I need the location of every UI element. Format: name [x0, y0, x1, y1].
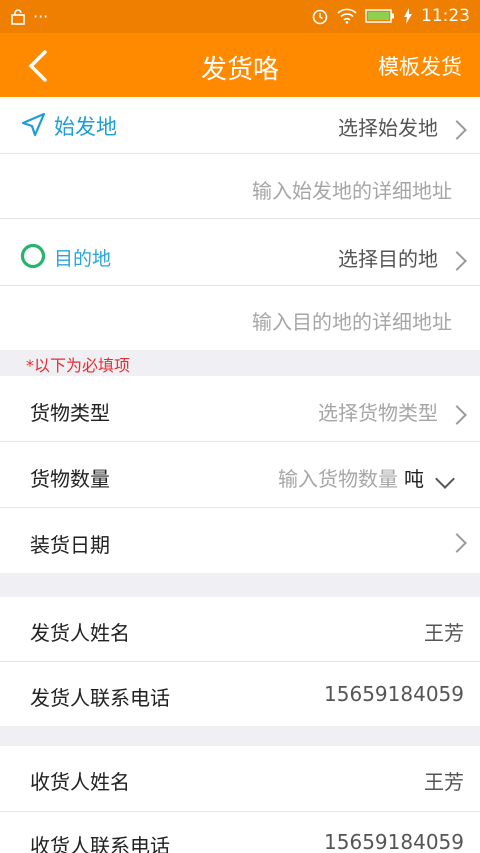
- shipper-name-label: 发货人姓名: [30, 621, 130, 645]
- shipper-phone-label: 发货人联系电话: [30, 686, 170, 710]
- destination-detail-input[interactable]: 输入目的地的详细地址: [0, 286, 480, 350]
- chevron-down-icon: [435, 468, 455, 489]
- receiver-phone-value[interactable]: 15659184059: [324, 830, 464, 853]
- destination-label: 目的地: [54, 248, 112, 270]
- chevron-right-icon: [447, 532, 467, 553]
- location-arrow-icon: [21, 112, 46, 137]
- charging-icon: [404, 8, 412, 24]
- destination-row[interactable]: 目的地 选择目的地: [0, 219, 480, 285]
- origin-select-text: 选择始发地: [338, 116, 438, 140]
- unit-select[interactable]: 吨: [404, 467, 455, 491]
- cargo-quantity-input[interactable]: 输入货物数量: [278, 467, 398, 491]
- cargo-type-label: 货物类型: [30, 401, 110, 425]
- origin-detail-placeholder: 输入始发地的详细地址: [252, 179, 452, 203]
- origin-detail-input[interactable]: 输入始发地的详细地址: [0, 154, 480, 218]
- chevron-right-icon: [447, 404, 467, 425]
- receiver-name-row[interactable]: 收货人姓名 王芳: [0, 746, 480, 811]
- lock-icon: [11, 8, 25, 25]
- wifi-icon: [337, 8, 357, 24]
- destination-select-text: 选择目的地: [338, 247, 438, 271]
- cargo-type-placeholder: 选择货物类型: [318, 401, 438, 425]
- cargo-quantity-label: 货物数量: [30, 467, 110, 491]
- clock: 11:23: [421, 6, 470, 26]
- cargo-quantity-row: 货物数量 输入货物数量吨: [0, 442, 480, 507]
- cargo-type-row[interactable]: 货物类型 选择货物类型: [0, 376, 480, 441]
- receiver-phone-row[interactable]: 收货人联系电话 15659184059: [0, 812, 480, 853]
- receiver-phone-label: 收货人联系电话: [30, 834, 170, 853]
- nav-bar: 发货咯 模板发货: [0, 33, 480, 97]
- shipper-phone-row[interactable]: 发货人联系电话 15659184059: [0, 662, 480, 726]
- receiver-name-label: 收货人姓名: [30, 770, 130, 794]
- loading-date-label: 装货日期: [30, 533, 110, 557]
- notification-dots: ···: [33, 7, 49, 26]
- shipper-phone-value[interactable]: 15659184059: [324, 682, 464, 706]
- loading-date-select[interactable]: [438, 529, 467, 553]
- unit-text: 吨: [404, 467, 424, 491]
- required-note: *以下为必填项: [26, 356, 131, 375]
- template-ship-button[interactable]: 模板发货: [378, 51, 462, 81]
- origin-label: 始发地: [54, 115, 117, 139]
- chevron-right-icon: [447, 250, 467, 271]
- origin-row[interactable]: 始发地 选择始发地: [0, 97, 480, 153]
- loading-date-row[interactable]: 装货日期: [0, 508, 480, 573]
- destination-circle-icon: [20, 243, 46, 269]
- battery-icon: [365, 9, 394, 23]
- origin-select[interactable]: 选择始发地: [338, 112, 467, 141]
- cargo-type-select[interactable]: 选择货物类型: [318, 397, 467, 426]
- alarm-icon: [312, 9, 328, 25]
- shipper-name-row[interactable]: 发货人姓名 王芳: [0, 597, 480, 661]
- receiver-name-value[interactable]: 王芳: [424, 766, 464, 795]
- destination-detail-placeholder: 输入目的地的详细地址: [252, 310, 452, 334]
- shipper-name-value[interactable]: 王芳: [424, 617, 464, 646]
- chevron-right-icon: [447, 119, 467, 140]
- destination-select[interactable]: 选择目的地: [338, 243, 467, 272]
- status-bar: ··· 11:23: [0, 0, 480, 33]
